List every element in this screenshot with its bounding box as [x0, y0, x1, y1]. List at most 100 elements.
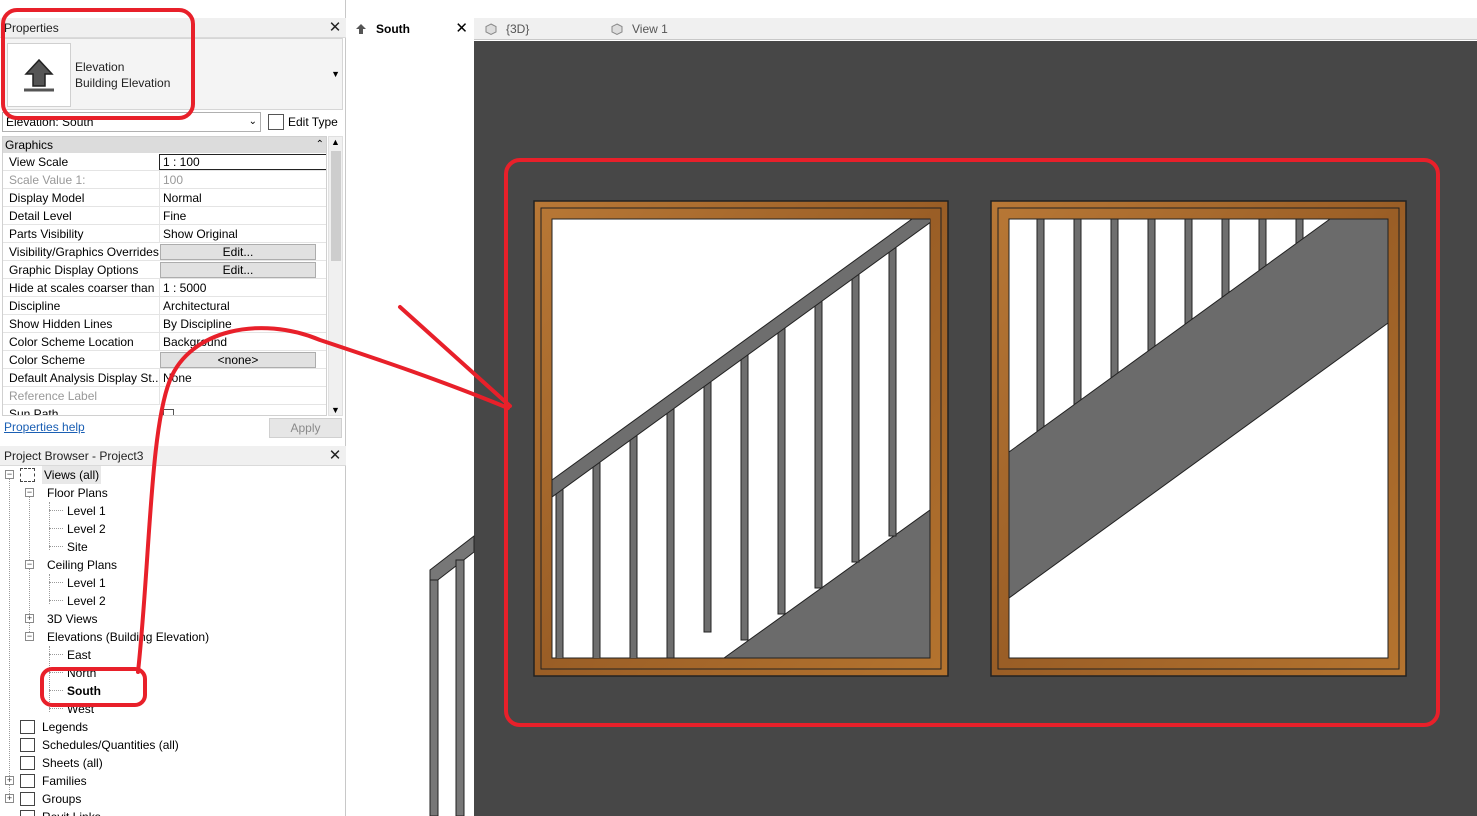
- tree-label: Elevations (Building Elevation): [47, 630, 210, 644]
- prop-row-vg-overrides: Visibility/Graphics Overrides Edit...: [3, 243, 326, 261]
- tree-item-legends[interactable]: Legends: [0, 718, 200, 736]
- expand-icon[interactable]: +: [5, 776, 14, 785]
- scroll-up-icon[interactable]: ▲: [331, 137, 340, 147]
- tree-label: South: [67, 684, 101, 698]
- prop-row-display-model: Display Model Normal: [3, 189, 326, 207]
- tab-south[interactable]: South ✕: [348, 18, 474, 40]
- tree-item-ceiling-level-2[interactable]: Level 2: [67, 592, 106, 610]
- tree-item-south[interactable]: South: [67, 682, 101, 700]
- prop-name: Default Analysis Display St...: [9, 371, 159, 385]
- scroll-down-icon[interactable]: ▼: [331, 405, 340, 415]
- tab-label: View 1: [632, 22, 668, 36]
- edit-type-icon: [268, 114, 284, 130]
- tree-label: West: [67, 702, 95, 716]
- tree-item-schedules[interactable]: Schedules/Quantities (all): [0, 736, 220, 754]
- collapse-icon[interactable]: −: [25, 560, 34, 569]
- tab-close-icon[interactable]: ✕: [455, 18, 468, 40]
- parts-visibility-value[interactable]: Show Original: [159, 225, 326, 243]
- collapse-icon[interactable]: −: [25, 632, 34, 641]
- collapse-icon[interactable]: ⌃: [316, 137, 324, 153]
- prop-row-detail-level: Detail Level Fine: [3, 207, 326, 225]
- graphic-display-edit-button[interactable]: Edit...: [160, 262, 316, 278]
- prop-name: Sun Path: [9, 407, 59, 416]
- collapse-icon[interactable]: −: [25, 488, 34, 497]
- expand-icon[interactable]: +: [25, 614, 34, 623]
- tree-item-north[interactable]: North: [67, 664, 96, 682]
- properties-title: Properties: [4, 21, 59, 35]
- tree-item-groups[interactable]: + Groups: [0, 790, 200, 808]
- tree-label: Level 2: [67, 594, 106, 608]
- tree-item-floor-level-2[interactable]: Level 2: [67, 520, 106, 538]
- prop-row-graphic-display: Graphic Display Options Edit...: [3, 261, 326, 279]
- type-name-block: Elevation Building Elevation: [75, 59, 170, 91]
- prop-row-discipline: Discipline Architectural: [3, 297, 326, 315]
- prop-row-parts-visibility: Parts Visibility Show Original: [3, 225, 326, 243]
- tab-label: {3D}: [506, 22, 530, 36]
- tree-item-views-all[interactable]: − Views (all): [0, 466, 200, 484]
- tree-item-west[interactable]: West: [67, 700, 94, 718]
- vg-overrides-edit-button[interactable]: Edit...: [160, 244, 316, 260]
- prop-name: Visibility/Graphics Overrides: [9, 245, 159, 259]
- tree-item-east[interactable]: East: [67, 646, 91, 664]
- prop-name: Reference Label: [9, 389, 98, 403]
- tree-label: Families: [42, 774, 87, 788]
- hide-scales-value[interactable]: 1 : 5000: [159, 279, 326, 297]
- tree-label: 3D Views: [47, 612, 98, 626]
- properties-help-link[interactable]: Properties help: [4, 420, 85, 434]
- tree-item-revit-links[interactable]: Revit Links: [0, 808, 200, 816]
- prop-value: 100: [159, 171, 326, 189]
- properties-palette-title: Properties ✕: [0, 18, 346, 38]
- prop-name: Scale Value 1:: [9, 173, 86, 187]
- display-model-value[interactable]: Normal: [159, 189, 326, 207]
- prop-row-hide-scales: Hide at scales coarser than 1 : 5000: [3, 279, 326, 297]
- tree-item-floor-plans[interactable]: − Floor Plans: [0, 484, 200, 502]
- tree-item-3d-views[interactable]: + 3D Views: [0, 610, 200, 628]
- project-browser-close-icon[interactable]: ✕: [328, 446, 342, 466]
- property-grid-scrollbar[interactable]: ▲ ▼: [328, 136, 343, 416]
- tab-view-1[interactable]: View 1: [604, 18, 724, 40]
- tree-item-floor-level-1[interactable]: Level 1: [67, 502, 106, 520]
- collapse-icon[interactable]: −: [5, 470, 14, 479]
- drawing-canvas[interactable]: [474, 41, 1477, 816]
- tree-label: Level 2: [67, 522, 106, 536]
- tree-label: Groups: [42, 792, 82, 806]
- prop-row-color-scheme: Color Scheme <none>: [3, 351, 326, 369]
- type-name: Elevation: [75, 60, 125, 74]
- apply-button[interactable]: Apply: [269, 418, 342, 438]
- tab-3d[interactable]: {3D}: [478, 18, 598, 40]
- color-scheme-button[interactable]: <none>: [160, 352, 316, 368]
- elevation-view-icon: [356, 24, 366, 34]
- expand-icon[interactable]: +: [5, 794, 14, 803]
- detail-level-value[interactable]: Fine: [159, 207, 326, 225]
- view-tab-bar: South ✕ {3D} View 1: [348, 18, 1477, 40]
- type-preview: [7, 43, 71, 107]
- edit-type-button[interactable]: Edit Type: [266, 112, 344, 132]
- legends-icon: [20, 720, 35, 734]
- sun-path-checkbox[interactable]: [163, 409, 174, 415]
- instance-selector[interactable]: Elevation: South ⌄: [2, 112, 261, 132]
- tree-item-sheets[interactable]: Sheets (all): [0, 754, 200, 772]
- color-scheme-location-value[interactable]: Background: [159, 333, 326, 351]
- default-analysis-value[interactable]: None: [159, 369, 326, 387]
- type-selector[interactable]: Elevation Building Elevation ▼: [2, 38, 343, 110]
- tree-item-site[interactable]: Site: [67, 538, 88, 556]
- view-scale-input[interactable]: 1 : 100: [159, 154, 326, 170]
- tree-item-elevations[interactable]: − Elevations (Building Elevation): [0, 628, 260, 646]
- chevron-down-icon: ⌄: [248, 116, 257, 127]
- tree-label: Level 1: [67, 504, 106, 518]
- tree-label: Sheets (all): [42, 756, 103, 770]
- prop-name: Graphic Display Options: [9, 263, 139, 277]
- prop-row-hidden-lines: Show Hidden Lines By Discipline: [3, 315, 326, 333]
- scroll-thumb[interactable]: [331, 151, 341, 261]
- properties-close-icon[interactable]: ✕: [328, 18, 342, 38]
- type-dropdown-caret-icon[interactable]: ▼: [331, 69, 340, 79]
- tree-item-families[interactable]: + Families: [0, 772, 200, 790]
- group-header-label: Graphics: [5, 138, 54, 152]
- tree-label: North: [67, 666, 97, 680]
- tree-item-ceiling-plans[interactable]: − Ceiling Plans: [0, 556, 200, 574]
- tree-item-ceiling-level-1[interactable]: Level 1: [67, 574, 106, 592]
- discipline-value[interactable]: Architectural: [159, 297, 326, 315]
- prop-row-color-scheme-location: Color Scheme Location Background: [3, 333, 326, 351]
- hidden-lines-value[interactable]: By Discipline: [159, 315, 326, 333]
- group-header-graphics[interactable]: Graphics ⌃: [3, 137, 326, 153]
